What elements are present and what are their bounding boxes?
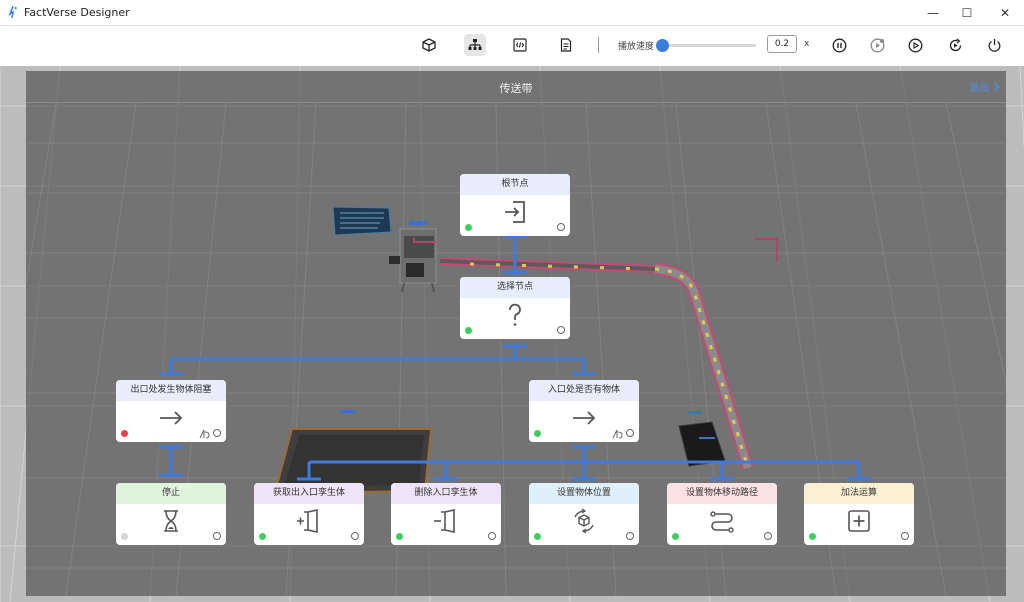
title-bar: FactVerse Designer — ☐ ✕ xyxy=(0,0,1024,26)
node-add-title: 加法运算 xyxy=(804,483,914,504)
enter-icon xyxy=(505,201,525,223)
node-root-title: 根节点 xyxy=(460,174,570,195)
close-button[interactable]: ✕ xyxy=(988,0,1022,26)
output-port[interactable] xyxy=(213,429,221,437)
output-port[interactable] xyxy=(213,532,221,540)
power-icon xyxy=(988,38,1000,52)
node-set-position-title: 设置物体位置 xyxy=(529,483,639,504)
speed-slider[interactable] xyxy=(655,39,756,52)
script-button[interactable] xyxy=(509,34,531,56)
node-entry-has-object[interactable]: 入口处是否有物体 xyxy=(529,380,639,442)
document-button[interactable] xyxy=(555,34,577,56)
node-stop[interactable]: 停止 xyxy=(116,483,226,545)
behavior-tree-button[interactable] xyxy=(464,34,486,56)
output-port[interactable] xyxy=(557,326,565,334)
node-set-path-title: 设置物体移动路径 xyxy=(667,483,777,504)
path-icon xyxy=(710,511,734,533)
scene-viewport[interactable]: 传送带 退出 根节点 选择节点 出口处发生物体阻塞 入口处是否有物体 停止 获取… xyxy=(0,66,1024,602)
node-select[interactable]: 选择节点 xyxy=(460,277,570,339)
get-door-icon xyxy=(297,509,318,533)
tree-connectors xyxy=(159,234,871,481)
node-set-position[interactable]: 设置物体位置 xyxy=(529,483,639,545)
arrow-right-icon xyxy=(573,411,596,425)
reset-icon xyxy=(949,38,961,51)
status-indicator xyxy=(534,430,541,437)
status-indicator xyxy=(672,533,679,540)
step-button[interactable] xyxy=(866,34,888,56)
status-indicator xyxy=(121,430,128,437)
question-icon xyxy=(509,303,521,326)
pause-icon xyxy=(832,38,846,52)
maximize-button[interactable]: ☐ xyxy=(950,0,984,26)
node-set-path[interactable]: 设置物体移动路径 xyxy=(667,483,777,545)
node-get-twin-title: 获取出入口孪生体 xyxy=(254,483,364,504)
output-port[interactable] xyxy=(557,223,565,231)
output-port[interactable] xyxy=(901,532,909,540)
app-logo-icon xyxy=(8,5,17,19)
node-stop-title: 停止 xyxy=(116,483,226,504)
node-delete-twin[interactable]: 删除入口孪生体 xyxy=(391,483,501,545)
code-icon xyxy=(513,38,527,52)
status-indicator xyxy=(534,533,541,540)
output-port[interactable] xyxy=(351,532,359,540)
output-port[interactable] xyxy=(626,429,634,437)
node-get-twin[interactable]: 获取出入口孪生体 xyxy=(254,483,364,545)
toolbar: 播放速度 0.2 x xyxy=(0,26,1024,66)
reset-button[interactable] xyxy=(944,34,966,56)
step-icon xyxy=(870,38,884,52)
condition-icon xyxy=(612,429,623,439)
arrow-right-icon xyxy=(160,411,183,425)
plus-box-icon xyxy=(848,510,870,532)
minimize-button[interactable]: — xyxy=(916,0,950,26)
machine-model[interactable] xyxy=(389,221,437,293)
status-indicator xyxy=(396,533,403,540)
node-exit-blocked-title: 出口处发生物体阻塞 xyxy=(116,380,226,401)
status-indicator xyxy=(465,224,472,231)
play-icon xyxy=(908,38,922,52)
black-box-model[interactable] xyxy=(678,411,726,467)
hierarchy-icon xyxy=(468,39,482,50)
condition-icon xyxy=(199,429,210,439)
speed-input[interactable]: 0.2 xyxy=(767,35,797,53)
status-indicator xyxy=(809,533,816,540)
status-indicator xyxy=(259,533,266,540)
hourglass-icon xyxy=(164,510,178,532)
speed-label: 播放速度 xyxy=(618,42,655,52)
node-delete-twin-title: 删除入口孪生体 xyxy=(391,483,501,504)
node-select-title: 选择节点 xyxy=(460,277,570,298)
scene-view-button[interactable] xyxy=(418,34,440,56)
power-button[interactable] xyxy=(983,34,1005,56)
node-add[interactable]: 加法运算 xyxy=(804,483,914,545)
speed-slider-thumb[interactable] xyxy=(655,39,669,52)
toolbar-separator xyxy=(598,37,599,53)
pause-button[interactable] xyxy=(828,34,850,56)
node-exit-blocked[interactable]: 出口处发生物体阻塞 xyxy=(116,380,226,442)
floor-platform[interactable] xyxy=(273,410,433,495)
node-entry-has-object-title: 入口处是否有物体 xyxy=(529,380,639,401)
app-title: FactVerse Designer xyxy=(24,6,130,19)
status-indicator xyxy=(465,327,472,334)
delete-door-icon xyxy=(434,509,455,533)
node-root[interactable]: 根节点 xyxy=(460,174,570,236)
speed-unit: x xyxy=(804,39,810,49)
play-button[interactable] xyxy=(904,34,926,56)
status-indicator xyxy=(121,533,128,540)
info-plate xyxy=(332,206,392,236)
output-port[interactable] xyxy=(626,532,634,540)
document-icon xyxy=(560,38,572,52)
target-marker xyxy=(754,238,778,262)
output-port[interactable] xyxy=(764,532,772,540)
rotate-cube-icon xyxy=(574,508,594,534)
output-port[interactable] xyxy=(488,532,496,540)
cube-icon xyxy=(422,38,436,52)
